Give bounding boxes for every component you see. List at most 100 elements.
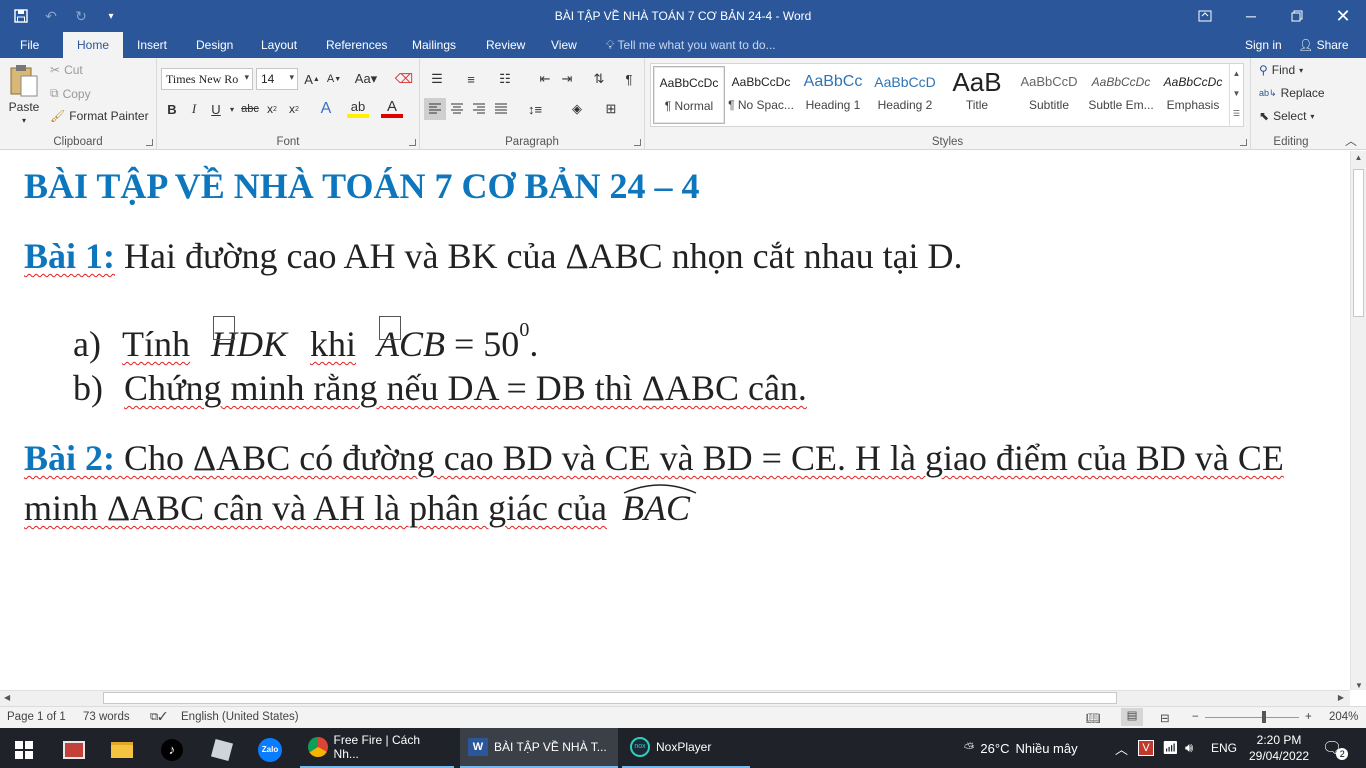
shading-icon[interactable]: ◈	[566, 98, 588, 120]
copy-button[interactable]: ⧉ Copy	[50, 86, 91, 101]
numbering-icon[interactable]: ≡	[460, 68, 482, 90]
highlight-icon[interactable]: ab	[347, 98, 369, 118]
style-heading-2[interactable]: AaBbCcD Heading 2	[869, 66, 941, 124]
horizontal-scroll-thumb[interactable]	[103, 692, 1117, 704]
pinned-app-icon[interactable]	[50, 732, 98, 768]
weather-widget[interactable]: ⛅︎ 26°C Nhiều mây	[964, 728, 1078, 768]
zalo-icon[interactable]: Zalo	[246, 732, 294, 768]
print-layout-icon[interactable]: ▤	[1121, 708, 1143, 726]
close-icon[interactable]: ✕	[1320, 0, 1366, 32]
tab-layout[interactable]: Layout	[251, 32, 307, 58]
taskbar-app-word[interactable]: W BÀI TẬP VỀ NHÀ T...	[460, 728, 618, 768]
styles-launcher-icon[interactable]	[1240, 139, 1247, 146]
show-hidden-icons-icon[interactable]: ︿	[1115, 728, 1128, 768]
scroll-down-icon[interactable]: ▼	[1351, 681, 1366, 690]
font-size-combo[interactable]: 14 ▾	[256, 68, 298, 90]
multilevel-list-icon[interactable]: ☷	[494, 68, 516, 90]
sort-icon[interactable]: ⇅	[588, 68, 610, 90]
select-button[interactable]: ⬉ Select ▾	[1259, 109, 1314, 123]
network-icon[interactable]: 📶︎	[1162, 728, 1179, 768]
subscript-icon[interactable]: x2	[261, 98, 283, 120]
font-launcher-icon[interactable]	[409, 139, 416, 146]
paragraph-launcher-icon[interactable]	[634, 139, 641, 146]
increase-indent-icon[interactable]: ⇥	[556, 68, 578, 90]
vertical-scrollbar[interactable]: ▲ ▼	[1350, 151, 1366, 690]
zoom-level[interactable]: 204%	[1329, 711, 1358, 723]
vertical-scroll-thumb[interactable]	[1353, 169, 1364, 317]
scroll-left-icon[interactable]: ◀	[4, 693, 10, 702]
clear-formatting-icon[interactable]: ⌫	[393, 68, 415, 90]
share-button[interactable]: 👤︎ Share	[1298, 32, 1349, 58]
read-mode-icon[interactable]: 📖︎	[1086, 711, 1101, 725]
show-formatting-marks-icon[interactable]: ¶	[618, 68, 640, 90]
volume-icon[interactable]: 🔊︎	[1185, 728, 1193, 768]
language-indicator[interactable]: English (United States)	[181, 711, 299, 723]
tab-mailings[interactable]: Mailings	[402, 32, 466, 58]
zoom-slider-track[interactable]	[1205, 717, 1299, 718]
zoom-out-icon[interactable]: −	[1192, 711, 1199, 723]
style-heading-1[interactable]: AaBbCc Heading 1	[797, 66, 869, 124]
change-case-icon[interactable]: Aa▾	[351, 68, 381, 90]
document-area[interactable]: BÀI TẬP VỀ NHÀ TOÁN 7 CƠ BẢN 24 – 4 Bài …	[0, 151, 1350, 690]
find-button[interactable]: ⚲ Find ▾	[1259, 63, 1303, 77]
styles-gallery-scroll[interactable]: ▲ ▼ ☰	[1229, 64, 1243, 126]
font-color-icon[interactable]: A	[381, 98, 403, 118]
tab-file[interactable]: File	[10, 32, 49, 58]
windows-start-icon[interactable]	[0, 732, 48, 768]
tell-me-search[interactable]: 💡︎ Tell me what you want to do...	[606, 32, 776, 58]
proofing-icon[interactable]: ⧉✓	[150, 711, 167, 724]
justify-icon[interactable]	[490, 98, 512, 120]
web-layout-icon[interactable]: ⊟	[1160, 711, 1170, 725]
text-effects-icon[interactable]: A	[315, 98, 337, 120]
taskbar-app-chrome[interactable]: Free Fire | Cách Nh...	[300, 728, 454, 768]
tab-insert[interactable]: Insert	[127, 32, 177, 58]
style-subtitle[interactable]: AaBbCcD Subtitle	[1013, 66, 1085, 124]
gallery-up-icon[interactable]: ▲	[1230, 64, 1243, 84]
tab-design[interactable]: Design	[186, 32, 243, 58]
ribbon-display-options-icon[interactable]	[1182, 0, 1228, 32]
strikethrough-icon[interactable]: abc	[239, 98, 261, 120]
shrink-font-icon[interactable]: A ▼	[323, 68, 345, 90]
tab-review[interactable]: Review	[476, 32, 535, 58]
tiktok-icon[interactable]: ♪	[148, 732, 196, 768]
tab-references[interactable]: References	[316, 32, 397, 58]
vietkey-icon[interactable]: V	[1138, 728, 1154, 768]
superscript-icon[interactable]: x2	[283, 98, 305, 120]
collapse-ribbon-icon[interactable]: ︿	[1345, 132, 1357, 149]
roblox-icon[interactable]	[198, 732, 246, 768]
bullets-icon[interactable]: ☰	[426, 68, 448, 90]
bold-icon[interactable]: B	[161, 98, 183, 120]
line-spacing-icon[interactable]: ↕≡	[524, 98, 546, 120]
zoom-slider-thumb[interactable]	[1262, 711, 1266, 723]
paste-dropdown-icon[interactable]: ▾	[22, 116, 26, 125]
align-left-icon[interactable]	[424, 98, 446, 120]
tab-home[interactable]: Home	[63, 32, 123, 58]
paste-button[interactable]: Paste ▾	[8, 64, 40, 125]
word-count[interactable]: 73 words	[83, 711, 130, 723]
style-normal[interactable]: AaBbCcDc ¶ Normal	[653, 66, 725, 124]
grow-font-icon[interactable]: A ▲	[301, 68, 323, 90]
sign-in-link[interactable]: Sign in	[1245, 32, 1282, 58]
cut-button[interactable]: ✂ Cut	[50, 63, 83, 77]
font-family-combo[interactable]: Times New Ro ▾	[161, 68, 253, 90]
clipboard-launcher-icon[interactable]	[146, 139, 153, 146]
minimize-icon[interactable]: ─	[1228, 0, 1274, 32]
style-no-spacing[interactable]: AaBbCcDc ¶ No Spac...	[725, 66, 797, 124]
tab-view[interactable]: View	[541, 32, 587, 58]
notification-center[interactable]: 🗨︎ 2	[1322, 728, 1349, 768]
decrease-indent-icon[interactable]: ⇤	[534, 68, 556, 90]
horizontal-scrollbar[interactable]: ◀ ▶	[0, 690, 1350, 706]
clock[interactable]: 2:20 PM 29/04/2022	[1249, 732, 1309, 764]
input-language[interactable]: ENG	[1211, 728, 1237, 768]
style-title[interactable]: AaB Title	[941, 66, 1013, 124]
zoom-in-icon[interactable]: +	[1305, 711, 1312, 723]
restore-icon[interactable]	[1274, 0, 1320, 32]
page-count[interactable]: Page 1 of 1	[7, 711, 66, 723]
style-emphasis[interactable]: AaBbCcDc Emphasis	[1157, 66, 1229, 124]
replace-button[interactable]: ab↳ Replace	[1259, 86, 1325, 100]
taskbar-app-nox[interactable]: nox NoxPlayer	[622, 728, 750, 768]
gallery-more-icon[interactable]: ☰	[1230, 104, 1243, 124]
style-subtle-emphasis[interactable]: AaBbCcDc Subtle Em...	[1085, 66, 1157, 124]
gallery-down-icon[interactable]: ▼	[1230, 84, 1243, 104]
italic-icon[interactable]: I	[183, 98, 205, 120]
